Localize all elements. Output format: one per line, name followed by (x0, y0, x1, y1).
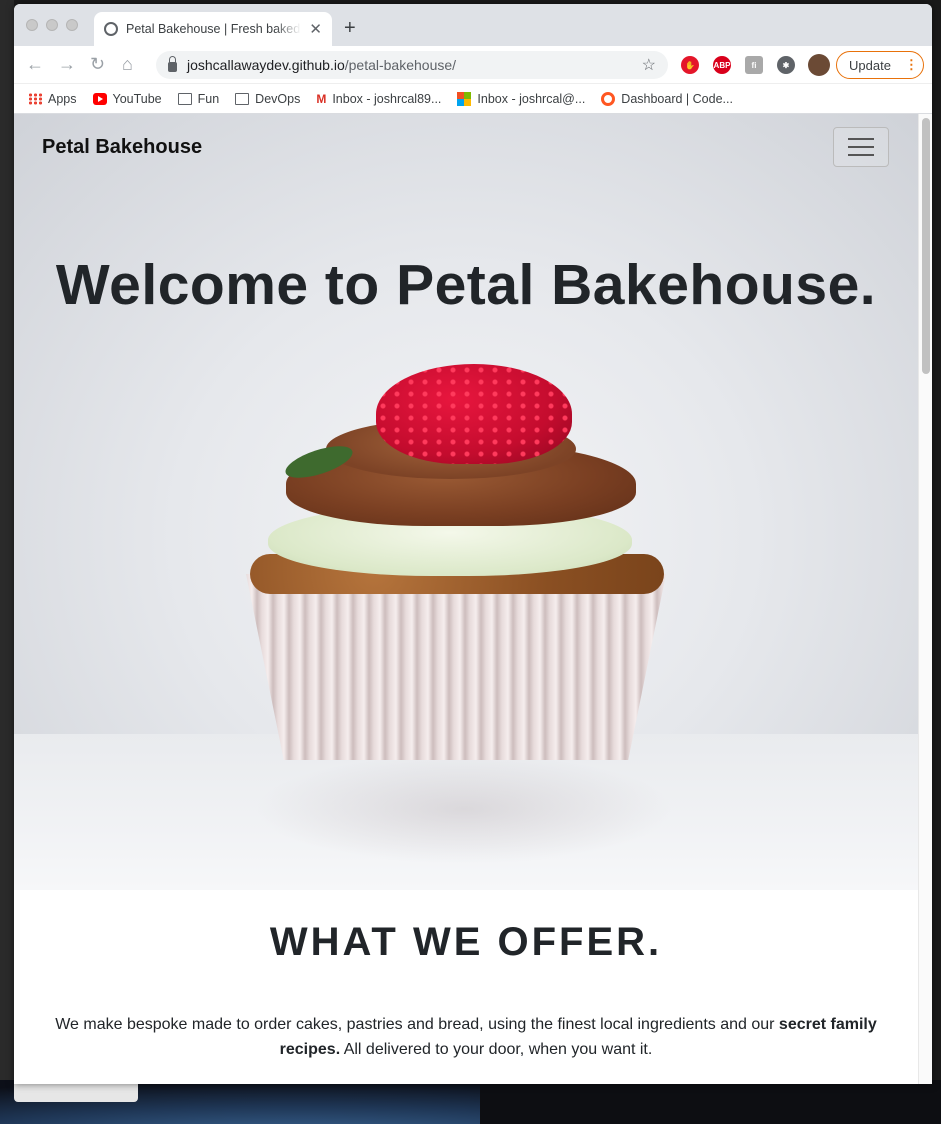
bookmark-item[interactable]: DevOps (235, 92, 300, 106)
hamburger-icon-bar (848, 154, 874, 156)
bookmark-label: Inbox - joshrcal@... (477, 91, 586, 106)
cupcake-liner (246, 574, 666, 760)
page-viewport: Petal Bakehouse Welcome to Petal Bakehou… (14, 114, 932, 1084)
gmail-icon: M (316, 91, 327, 106)
stop-extension-icon[interactable]: ✋ (681, 56, 699, 74)
update-label: Update (849, 57, 891, 73)
tab-close-icon[interactable]: ✕ (309, 20, 322, 38)
bookmark-item[interactable]: Dashboard | Code... (601, 91, 733, 106)
desktop-wallpaper-dark (480, 1080, 941, 1124)
raspberry (376, 364, 572, 464)
globe-icon (104, 22, 118, 36)
window-close-control[interactable] (26, 19, 38, 31)
home-icon[interactable]: ⌂ (122, 54, 133, 75)
site-navbar: Petal Bakehouse (14, 114, 918, 182)
youtube-icon (92, 92, 107, 105)
bookmark-star-icon[interactable]: ☆ (642, 55, 656, 75)
browser-tab-active[interactable]: Petal Bakehouse | Fresh baked ✕ (94, 12, 332, 46)
window-minimize-control[interactable] (46, 19, 58, 31)
page-scrollbar[interactable] (918, 114, 932, 1084)
browser-window: Petal Bakehouse | Fresh baked ✕ + ← → ↻ … (14, 4, 932, 1084)
update-button[interactable]: Update ⋮ (836, 51, 924, 79)
apps-grid-icon (28, 92, 42, 105)
tab-title: Petal Bakehouse | Fresh baked (126, 22, 301, 36)
navbar-toggler-button[interactable] (833, 127, 889, 167)
address-bar[interactable]: joshcallawaydev.github.io/petal-bakehous… (156, 51, 668, 79)
window-maximize-control[interactable] (66, 19, 78, 31)
hero-section: Petal Bakehouse Welcome to Petal Bakehou… (14, 114, 918, 890)
offer-title: WHAT WE OFFER. (269, 920, 663, 964)
browser-toolbar: ← → ↻ ⌂ joshcallawaydev.github.io/petal-… (14, 46, 932, 84)
bookmark-item[interactable]: YouTube (92, 91, 162, 106)
gray-extension-icon[interactable]: fi (745, 56, 763, 74)
folder-icon (235, 92, 250, 105)
lock-icon (168, 55, 177, 72)
hero-title: Welcome to Petal Bakehouse. (55, 253, 877, 317)
bookmark-label: DevOps (255, 91, 301, 106)
bookmark-item[interactable]: Inbox - joshrcal@... (457, 91, 586, 106)
offer-description: We make bespoke made to order cakes, pas… (55, 1016, 877, 1058)
bookmark-label: Dashboard | Code... (621, 91, 733, 106)
dashboard-icon (601, 91, 616, 106)
adblock-plus-icon[interactable]: ABP (713, 56, 731, 74)
forward-arrow-icon[interactable]: → (58, 54, 76, 75)
microsoft-icon (457, 91, 472, 106)
bookmark-item[interactable]: Apps (28, 92, 77, 106)
bookmark-label: Fun (197, 91, 220, 106)
bookmark-label: Apps (48, 91, 77, 106)
scrollbar-thumb[interactable] (922, 118, 930, 374)
url-text: joshcallawaydev.github.io/petal-bakehous… (187, 57, 457, 73)
bookmark-label: Inbox - joshrcal89... (332, 91, 442, 106)
back-arrow-icon[interactable]: ← (26, 54, 44, 75)
bookmark-item[interactable]: Fun (177, 91, 220, 106)
bookmark-item[interactable]: M Inbox - joshrcal89... (316, 92, 441, 106)
site-brand[interactable]: Petal Bakehouse (42, 136, 202, 159)
bookmark-label: YouTube (112, 91, 162, 106)
hamburger-icon-bar (848, 138, 874, 140)
new-tab-button[interactable]: + (344, 17, 356, 40)
puzzle-extension-icon[interactable]: ✱ (777, 56, 795, 74)
offer-section: WHAT WE OFFER. We make bespoke made to o… (14, 890, 918, 1084)
desktop-background-left (0, 0, 14, 1124)
tab-strip: Petal Bakehouse | Fresh baked ✕ + (14, 4, 932, 46)
folder-icon (177, 92, 192, 105)
menu-dots-icon: ⋮ (904, 57, 918, 72)
cupcake-reflection (254, 754, 674, 864)
bookmarks-bar: Apps YouTube Fun DevOps M Inbox - joshrcal89.… (14, 84, 932, 114)
hamburger-icon-bar (848, 146, 874, 148)
profile-avatar[interactable] (808, 54, 830, 76)
reload-icon[interactable]: ↻ (90, 54, 105, 75)
